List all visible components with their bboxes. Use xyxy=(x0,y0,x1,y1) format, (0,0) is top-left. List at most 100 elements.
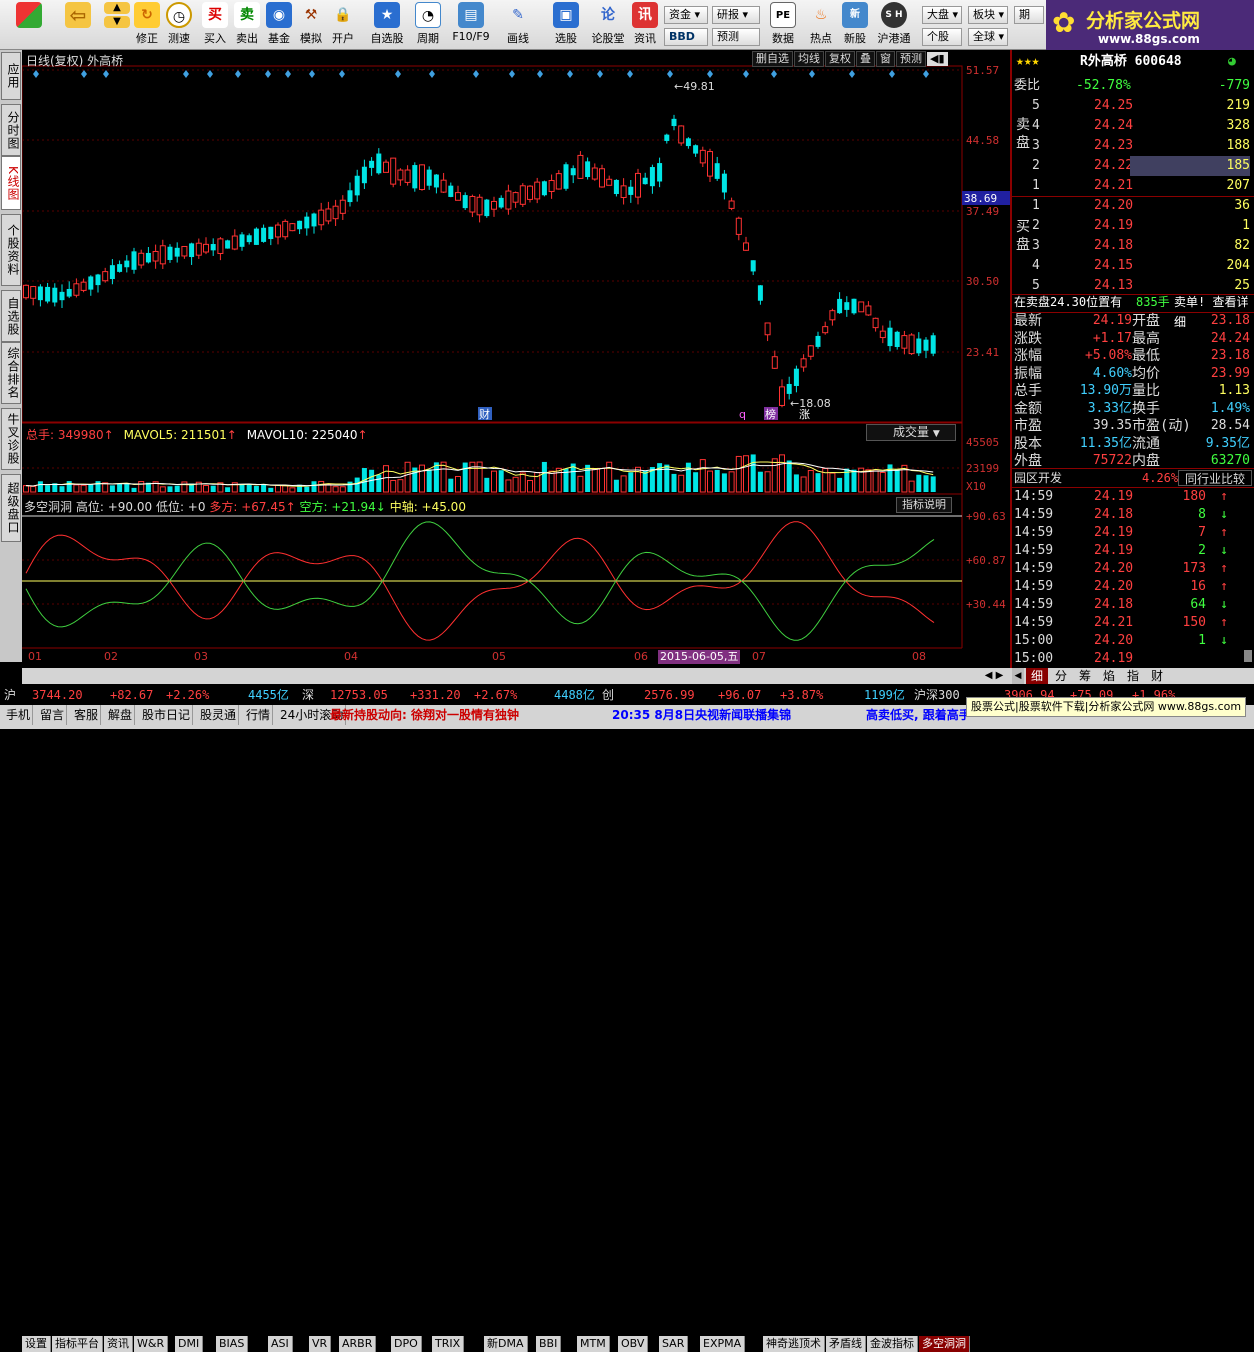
indicator-tab-9[interactable]: DPO xyxy=(391,1336,422,1352)
tick-scrollbar[interactable] xyxy=(1244,650,1252,662)
fund-button[interactable]: ◉ 基金 xyxy=(264,2,294,48)
status-item-1[interactable]: 留言 xyxy=(38,705,68,725)
status-item-6[interactable]: 行情 xyxy=(244,705,274,725)
sell-row[interactable]: 1 24.21 207 xyxy=(1012,176,1254,196)
panel-toggle-icon[interactable]: ◀▮ xyxy=(927,52,948,66)
volume-type-dropdown[interactable]: 成交量 ▼ xyxy=(866,424,956,441)
left-tab-0[interactable]: 应用 xyxy=(1,52,21,100)
indicator-tab-10[interactable]: TRIX xyxy=(432,1336,465,1352)
back-button[interactable]: ⇦ xyxy=(60,2,96,48)
news-headline-3[interactable]: 高卖低买, 跟着高手 xyxy=(866,705,971,725)
news-button[interactable]: 讯资讯 xyxy=(630,2,660,48)
indicator-tab-20[interactable]: 多空洞洞 xyxy=(919,1336,970,1352)
kchart-menu-3[interactable]: 叠 xyxy=(856,51,875,67)
market-dropdown[interactable]: 大盘 ▾ xyxy=(922,6,962,24)
sz-label[interactable]: 深 xyxy=(302,686,314,704)
indicator-tab-7[interactable]: VR xyxy=(309,1336,332,1352)
up-down-button[interactable]: ▲ ▼ xyxy=(104,2,130,48)
indicator-tab-16[interactable]: EXPMA xyxy=(700,1336,746,1352)
buy-row[interactable]: 2 24.19 1 xyxy=(1012,216,1254,236)
indicator-tab-19[interactable]: 金波指标 xyxy=(867,1336,918,1352)
ipo-button[interactable]: 新新股 xyxy=(840,2,870,48)
hk-connect-button[interactable]: S H 沪港通 xyxy=(874,2,914,48)
research-dropdown[interactable]: 研报 ▾ xyxy=(712,6,760,24)
stock-dropdown[interactable]: 个股 xyxy=(922,28,962,46)
indicator-tab-8[interactable]: ARBR xyxy=(339,1336,377,1352)
left-tab-1[interactable]: 分时图 xyxy=(1,104,21,156)
indicator-tab-15[interactable]: SAR xyxy=(659,1336,689,1352)
indicator-tab-17[interactable]: 神奇逃顶术 xyxy=(763,1336,825,1352)
kchart-menu-2[interactable]: 复权 xyxy=(825,51,855,67)
tab-scroll-arrows[interactable]: ◀ ▶ xyxy=(976,668,1012,684)
buy-row[interactable]: 4 24.15 204 xyxy=(1012,256,1254,276)
right-tab-3[interactable]: 焰 xyxy=(1098,668,1120,684)
bbd-button[interactable]: BBD xyxy=(664,28,708,46)
status-item-2[interactable]: 客服 xyxy=(72,705,102,725)
event-marker[interactable]: 榜 xyxy=(765,407,776,421)
right-tab-scroll-icon[interactable]: ◀ xyxy=(1012,668,1024,684)
event-marker[interactable]: q xyxy=(739,408,746,421)
speed-test-button[interactable]: ◷ 测速 xyxy=(164,2,194,48)
event-marker[interactable]: 涨 xyxy=(799,408,810,421)
left-tab-2[interactable]: K线图 xyxy=(1,156,21,210)
ad-banner[interactable]: 股票公式|股票软件下载|分析家公式网 www.88gs.com xyxy=(966,697,1247,717)
news-headline-2[interactable]: 20:35 8月8日央视新闻联播集锦 xyxy=(612,705,791,725)
main-chart[interactable]: 51.5744.5837.4930.5023.4138.69←49.81←18.… xyxy=(22,50,1012,662)
watchlist-button[interactable]: ★ 自选股 xyxy=(366,2,408,48)
right-tab-2[interactable]: 筹 xyxy=(1074,668,1096,684)
sh-label[interactable]: 沪 xyxy=(4,686,16,704)
status-item-4[interactable]: 股市日记 xyxy=(140,705,194,725)
stock-picker-button[interactable]: ▣ 选股 xyxy=(546,2,586,48)
right-tab-4[interactable]: 指 xyxy=(1122,668,1144,684)
sell-button[interactable]: 卖卖出 xyxy=(232,2,262,48)
sector-compare-button[interactable]: 同行业比较 xyxy=(1178,470,1252,486)
kchart-menu-5[interactable]: 预测 xyxy=(896,51,926,67)
left-tab-5[interactable]: 综合排名 xyxy=(1,342,21,404)
sell-row[interactable]: 3 24.23 188 xyxy=(1012,136,1254,156)
indicator-tab-3[interactable]: W&R xyxy=(134,1336,169,1352)
futures-dropdown[interactable]: 期 xyxy=(1014,6,1044,24)
forum-button[interactable]: 论论股堂 xyxy=(588,2,628,48)
sell-row[interactable]: 5 24.25 219 xyxy=(1012,96,1254,116)
left-tab-7[interactable]: 超级盘口 xyxy=(1,474,21,542)
status-item-3[interactable]: 解盘 xyxy=(106,705,136,725)
left-tab-6[interactable]: 牛叉诊股 xyxy=(1,408,21,470)
right-tab-0[interactable]: 细 xyxy=(1026,668,1048,684)
data-button[interactable]: PE 数据 xyxy=(766,2,800,48)
f10-button[interactable]: ▤ F10/F9 xyxy=(452,2,490,48)
indicator-tab-2[interactable]: 资讯 xyxy=(104,1336,133,1352)
global-dropdown[interactable]: 全球 ▾ xyxy=(968,28,1008,46)
sell-row[interactable]: 4 24.24 328 xyxy=(1012,116,1254,136)
big-order-notice[interactable]: 在卖盘24.30位置有 835手 卖单! 查看详细 xyxy=(1012,292,1254,329)
sell-row[interactable]: 2 24.22 185 xyxy=(1012,156,1254,176)
left-tab-4[interactable]: 自选股 xyxy=(1,290,21,342)
sector-name[interactable]: 园区开发 xyxy=(1014,468,1062,488)
status-item-5[interactable]: 股灵通 xyxy=(198,705,240,725)
kchart-menu-0[interactable]: 删自选 xyxy=(752,51,793,67)
forecast-button[interactable]: 预测 xyxy=(712,28,760,46)
right-tab-5[interactable]: 财 xyxy=(1146,668,1168,684)
indicator-tab-1[interactable]: 指标平台 xyxy=(52,1336,103,1352)
indicator-tab-0[interactable]: 设置 xyxy=(22,1336,51,1352)
indicator-tab-13[interactable]: MTM xyxy=(577,1336,610,1352)
buy-row[interactable]: 3 24.18 82 xyxy=(1012,236,1254,256)
hs300-label[interactable]: 沪深300 xyxy=(914,686,960,704)
simulate-button[interactable]: ⚒ 模拟 xyxy=(296,2,326,48)
draw-line-button[interactable]: ✎ 画线 xyxy=(498,2,538,48)
open-account-button[interactable]: 🔒 开户 xyxy=(328,2,358,48)
event-marker[interactable]: 财 xyxy=(479,407,490,421)
status-item-0[interactable]: 手机 xyxy=(4,705,34,725)
indicator-tab-12[interactable]: BBI xyxy=(536,1336,562,1352)
left-tab-3[interactable]: 个股资料 xyxy=(1,214,21,286)
kchart-menu-4[interactable]: 窗 xyxy=(876,51,895,67)
indicator-explain-button[interactable]: 指标说明 xyxy=(896,497,952,513)
indicator-tab-18[interactable]: 矛盾线 xyxy=(826,1336,866,1352)
buy-row[interactable]: 1 24.20 36 xyxy=(1012,196,1254,216)
indicator-tab-5[interactable]: BIAS xyxy=(216,1336,249,1352)
indicator-tab-11[interactable]: 新DMA xyxy=(484,1336,528,1352)
buy-button[interactable]: 买买入 xyxy=(200,2,230,48)
indicator-tab-4[interactable]: DMI xyxy=(175,1336,204,1352)
kchart-menu-1[interactable]: 均线 xyxy=(794,51,824,67)
fix-button[interactable]: ↻ 修正 xyxy=(132,2,162,48)
sector-dropdown[interactable]: 板块 ▾ xyxy=(968,6,1008,24)
